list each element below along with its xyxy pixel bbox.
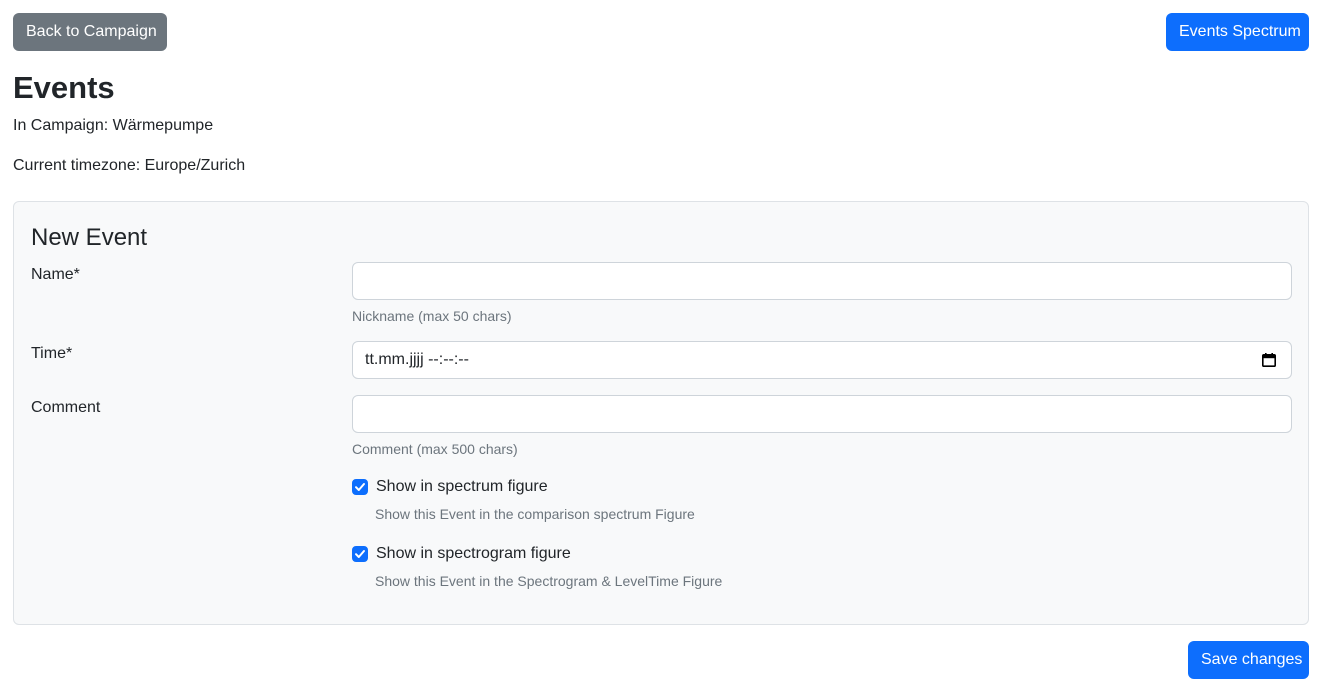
time-input-placeholder: tt.mm.jjjj --:--:-- xyxy=(365,351,469,368)
save-changes-button[interactable]: Save changes xyxy=(1188,641,1309,679)
show-spectrogram-help: Show this Event in the Spectrogram & Lev… xyxy=(375,573,723,589)
show-spectrum-help: Show this Event in the comparison spectr… xyxy=(375,506,695,522)
comment-input[interactable] xyxy=(352,395,1292,433)
checkmark-icon xyxy=(355,550,365,558)
timezone-info: Current timezone: Europe/Zurich xyxy=(13,157,246,174)
new-event-title: New Event xyxy=(31,224,148,251)
comment-help: Comment (max 500 chars) xyxy=(352,441,518,457)
name-help: Nickname (max 50 chars) xyxy=(352,308,512,324)
checkmark-icon xyxy=(355,483,365,491)
campaign-info: In Campaign: Wärmepumpe xyxy=(13,117,214,134)
calendar-icon[interactable] xyxy=(1262,353,1276,367)
name-label: Name* xyxy=(31,266,80,283)
show-spectrogram-label[interactable]: Show in spectrogram figure xyxy=(376,544,571,564)
time-input[interactable]: tt.mm.jjjj --:--:-- xyxy=(352,341,1292,379)
back-to-campaign-button[interactable]: Back to Campaign xyxy=(13,13,167,51)
events-page: Back to Campaign Events Spectrum Events … xyxy=(0,0,1323,690)
page-title: Events xyxy=(13,70,115,105)
show-spectrum-label[interactable]: Show in spectrum figure xyxy=(376,477,548,497)
events-spectrum-button[interactable]: Events Spectrum xyxy=(1166,13,1309,51)
name-input[interactable] xyxy=(352,262,1292,300)
show-spectrum-checkbox[interactable] xyxy=(352,479,368,495)
comment-label: Comment xyxy=(31,399,101,416)
new-event-card: New Event Name* Nickname (max 50 chars) … xyxy=(13,201,1309,625)
time-label: Time* xyxy=(31,345,73,362)
show-spectrogram-checkbox[interactable] xyxy=(352,546,368,562)
